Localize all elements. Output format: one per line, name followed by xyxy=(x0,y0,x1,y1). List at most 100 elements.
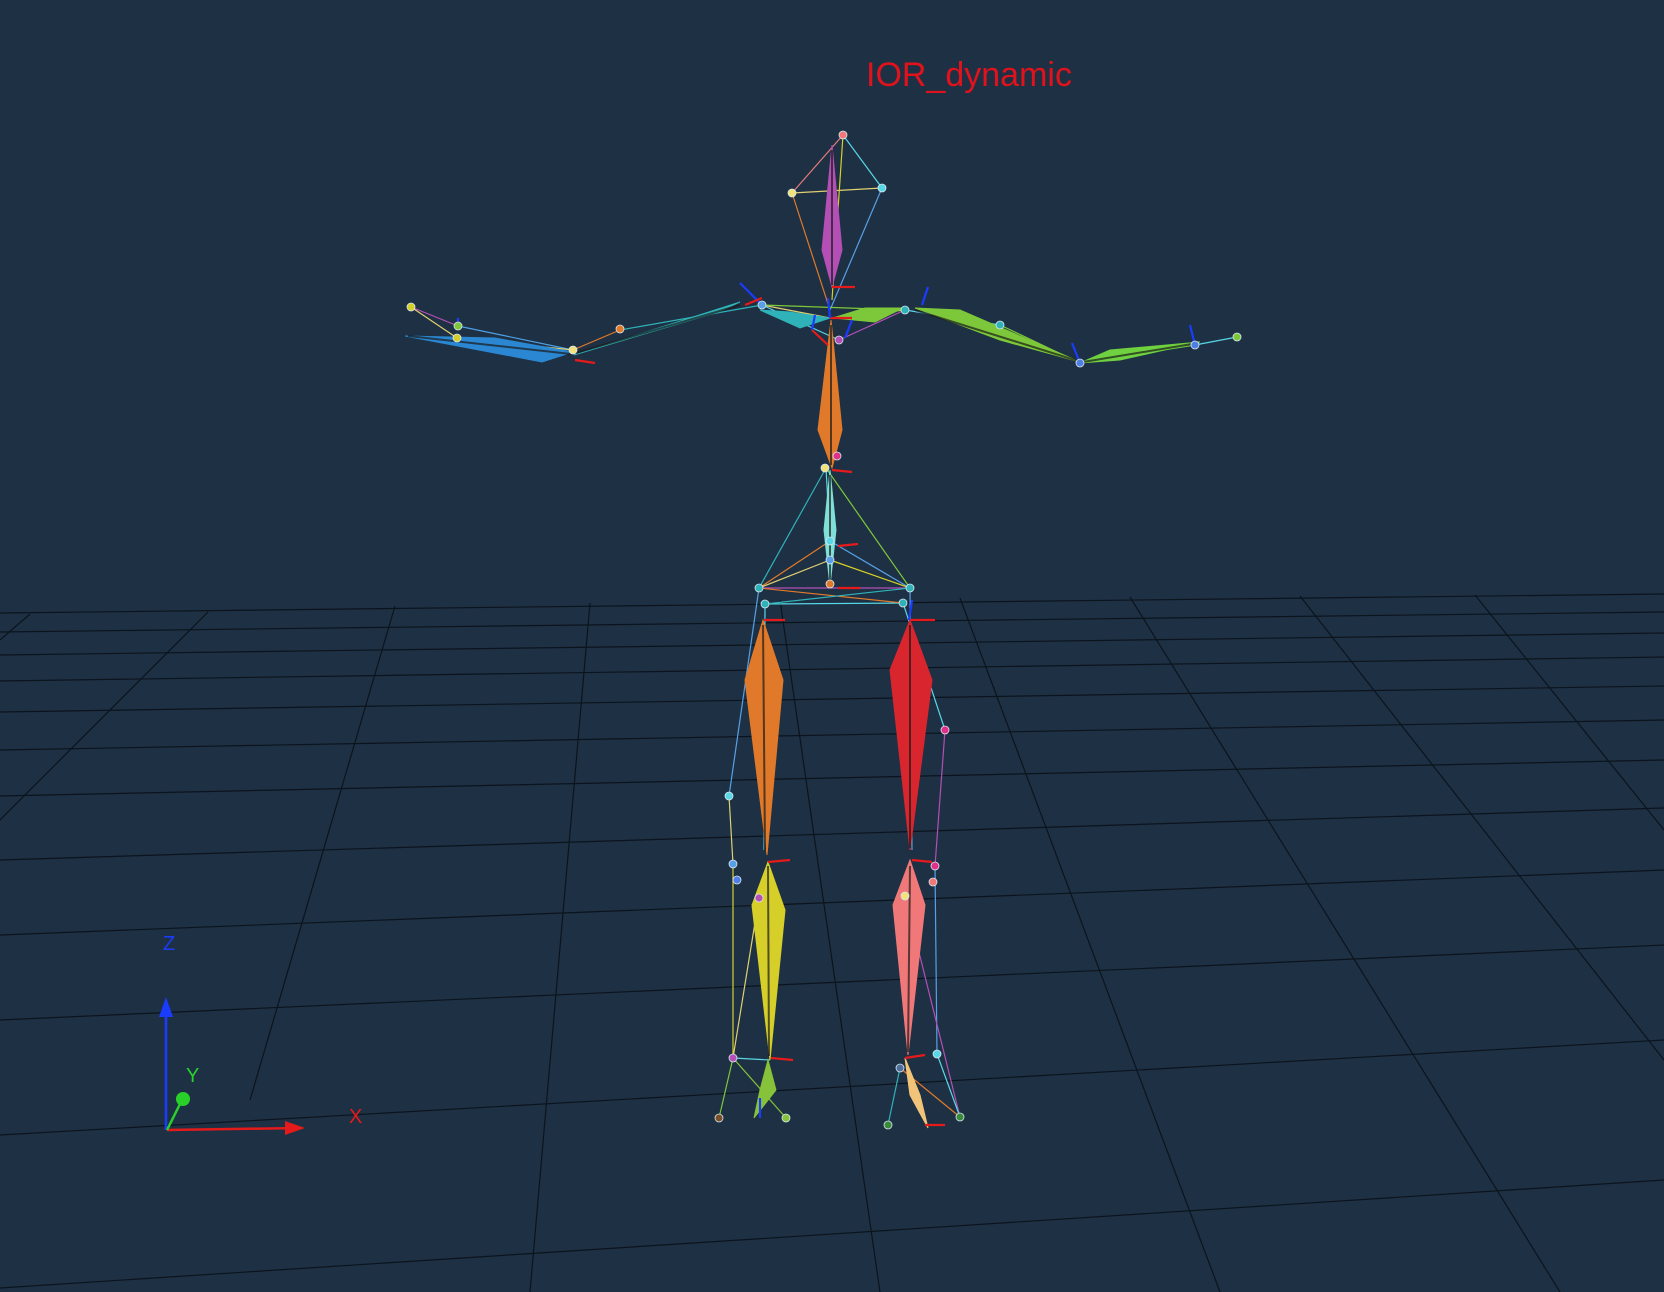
right-upper-arm-segment-spine xyxy=(575,304,741,354)
marker-point xyxy=(732,875,742,885)
marker-point xyxy=(900,305,910,315)
marker-point xyxy=(728,1053,738,1063)
right-foot-segment xyxy=(753,1058,777,1119)
frame-tick xyxy=(770,1056,794,1062)
z-axis-arrow xyxy=(159,997,173,1017)
marker-point xyxy=(406,302,416,312)
y-axis-arrow xyxy=(176,1092,190,1106)
marker-point xyxy=(838,130,848,140)
left-clavicle-segment xyxy=(832,307,904,323)
marker-point xyxy=(895,1063,905,1073)
right-clavicle-segment xyxy=(759,309,831,329)
marker-point xyxy=(932,1049,942,1059)
grid-line xyxy=(529,602,591,1292)
marker-point xyxy=(781,1113,791,1123)
marker-link xyxy=(887,1067,901,1126)
grid-line xyxy=(0,1039,1664,1136)
marker-point xyxy=(754,583,764,593)
grid-line xyxy=(0,632,1664,656)
grid-line xyxy=(0,1179,1664,1289)
marker-point xyxy=(900,891,910,901)
floor-grid xyxy=(0,593,1664,1292)
marker-link xyxy=(758,467,827,589)
frame-tick xyxy=(920,286,930,306)
marker-point xyxy=(883,1120,893,1130)
z-axis-label: Z xyxy=(163,933,176,955)
grid-line xyxy=(779,599,881,1292)
grid-line xyxy=(0,869,1664,936)
markers xyxy=(406,130,1242,1130)
marker-point xyxy=(832,451,842,461)
marker-point xyxy=(1075,358,1085,368)
marker-links xyxy=(410,134,1238,1126)
grid-line xyxy=(1299,595,1664,1061)
marker-point xyxy=(820,463,830,473)
marker-point xyxy=(928,877,938,887)
marker-link xyxy=(842,134,883,189)
marker-point xyxy=(825,536,835,546)
marker-point xyxy=(787,188,797,198)
grid-line xyxy=(1474,594,1664,831)
marker-point xyxy=(724,791,734,801)
scene-canvas[interactable] xyxy=(0,0,1664,1292)
marker-point xyxy=(757,300,767,310)
grid-line xyxy=(0,611,1664,633)
model-title: IOR_dynamic xyxy=(866,56,1072,94)
grid-line xyxy=(0,719,1664,751)
marker-point xyxy=(834,335,844,345)
marker-point xyxy=(930,861,940,871)
marker-point xyxy=(905,583,915,593)
right-forearm-segment xyxy=(404,335,574,363)
frame-tick xyxy=(831,468,853,474)
left-foot-segment xyxy=(904,1057,929,1129)
marker-point xyxy=(825,579,835,589)
marker-link xyxy=(1194,336,1238,346)
marker-link xyxy=(728,795,734,865)
frame-tick xyxy=(767,858,791,864)
marker-point xyxy=(760,599,770,609)
grid-line xyxy=(0,613,31,641)
grid-line xyxy=(0,656,1664,682)
right-shank-segment-spine xyxy=(767,865,770,1057)
y-axis-label: Y xyxy=(186,1065,200,1087)
marker-point xyxy=(452,333,462,343)
marker-point xyxy=(568,345,578,355)
marker-point xyxy=(1232,332,1242,342)
marker-point xyxy=(995,320,1005,330)
marker-link xyxy=(718,1057,734,1119)
marker-link xyxy=(825,467,911,589)
x-axis-label: X xyxy=(349,1106,363,1128)
x-axis-line xyxy=(166,1126,301,1132)
marker-point xyxy=(955,1112,965,1122)
3d-viewport[interactable]: IOR_dynamic Z Y X xyxy=(0,0,1664,1292)
grid-line xyxy=(959,597,1221,1292)
marker-point xyxy=(754,893,764,903)
x-axis-arrow xyxy=(285,1121,305,1135)
marker-point xyxy=(1190,340,1200,350)
marker-point xyxy=(877,183,887,193)
grid-line xyxy=(249,605,396,1101)
marker-point xyxy=(714,1113,724,1123)
grid-line xyxy=(0,759,1664,797)
grid-line xyxy=(0,807,1664,861)
marker-point xyxy=(940,725,950,735)
grid-line xyxy=(0,685,1664,713)
marker-point xyxy=(825,555,835,565)
marker-point xyxy=(615,324,625,334)
marker-link xyxy=(764,602,904,605)
bone-segments xyxy=(404,144,1201,1129)
marker-point xyxy=(898,598,908,608)
marker-link xyxy=(732,1057,771,1061)
frame-tick xyxy=(826,297,832,319)
frame-tick xyxy=(811,329,829,346)
grid-line xyxy=(1129,596,1561,1292)
marker-point xyxy=(728,859,738,869)
y-axis-line xyxy=(165,1103,182,1131)
marker-point xyxy=(453,321,463,331)
axis-triad xyxy=(159,997,305,1135)
marker-link xyxy=(934,729,946,867)
left-upper-arm-segment-spine xyxy=(914,309,1079,362)
left-forearm-segment-spine xyxy=(1082,342,1199,363)
frame-tick xyxy=(574,358,596,365)
grid-line xyxy=(0,611,209,821)
